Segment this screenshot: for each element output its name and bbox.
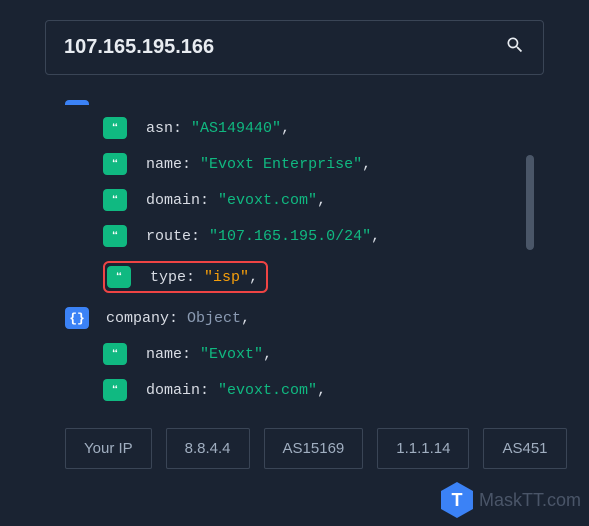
json-row-type-highlighted: ❝ type: "isp", — [65, 254, 574, 300]
json-key: name: — [146, 156, 200, 173]
json-key: type: — [150, 269, 204, 286]
json-row-company-domain: ❝ domain: "evoxt.com", — [65, 372, 574, 408]
json-row-company-name: ❝ name: "Evoxt", — [65, 336, 574, 372]
json-key: domain: — [146, 382, 218, 399]
highlight-box: ❝ type: "isp", — [103, 261, 268, 293]
object-badge-icon: {} — [65, 307, 89, 329]
json-value: "isp" — [204, 269, 249, 286]
json-row-name: ❝ name: "Evoxt Enterprise", — [65, 146, 574, 182]
ip-button-11114[interactable]: 1.1.1.14 — [377, 428, 469, 469]
watermark-text: MaskTT.com — [479, 490, 581, 511]
asn-button-451[interactable]: AS451 — [483, 428, 566, 469]
scrollbar[interactable] — [526, 155, 534, 250]
asn-button-15169[interactable]: AS15169 — [264, 428, 364, 469]
ip-button-8844[interactable]: 8.8.4.4 — [166, 428, 250, 469]
string-badge-icon: ❝ — [103, 153, 127, 175]
json-key: route: — [146, 228, 209, 245]
string-badge-icon: ❝ — [107, 266, 131, 288]
json-value: "evoxt.com" — [218, 192, 317, 209]
json-content: {} ❝ asn: "AS149440", ❝ name: "Evoxt Ent… — [15, 100, 574, 408]
string-badge-icon: ❝ — [103, 117, 127, 139]
search-icon[interactable] — [505, 35, 525, 60]
json-key: company: — [106, 310, 187, 327]
json-value: "107.165.195.0/24" — [209, 228, 371, 245]
json-value: "Evoxt Enterprise" — [200, 156, 362, 173]
json-row-company: {} company: Object, — [65, 300, 574, 336]
json-key: name: — [146, 346, 200, 363]
json-value: "AS149440" — [191, 120, 281, 137]
string-badge-icon: ❝ — [103, 343, 127, 365]
json-value: "evoxt.com" — [218, 382, 317, 399]
string-badge-icon: ❝ — [103, 189, 127, 211]
your-ip-button[interactable]: Your IP — [65, 428, 152, 469]
json-row-asn: ❝ asn: "AS149440", — [65, 110, 574, 146]
json-value: "Evoxt" — [200, 346, 263, 363]
json-key: asn: — [146, 120, 191, 137]
string-badge-icon: ❝ — [103, 225, 127, 247]
watermark-icon: T — [441, 482, 473, 518]
object-badge-icon: {} — [65, 100, 89, 105]
quick-links-bar: Your IP 8.8.4.4 AS15169 1.1.1.14 AS451 — [15, 408, 574, 469]
json-key: domain: — [146, 192, 218, 209]
search-bar[interactable] — [45, 20, 544, 75]
json-type: Object — [187, 310, 241, 327]
json-row-route: ❝ route: "107.165.195.0/24", — [65, 218, 574, 254]
watermark: T MaskTT.com — [441, 482, 581, 518]
json-row-domain: ❝ domain: "evoxt.com", — [65, 182, 574, 218]
string-badge-icon: ❝ — [103, 379, 127, 401]
search-input[interactable] — [64, 36, 505, 59]
